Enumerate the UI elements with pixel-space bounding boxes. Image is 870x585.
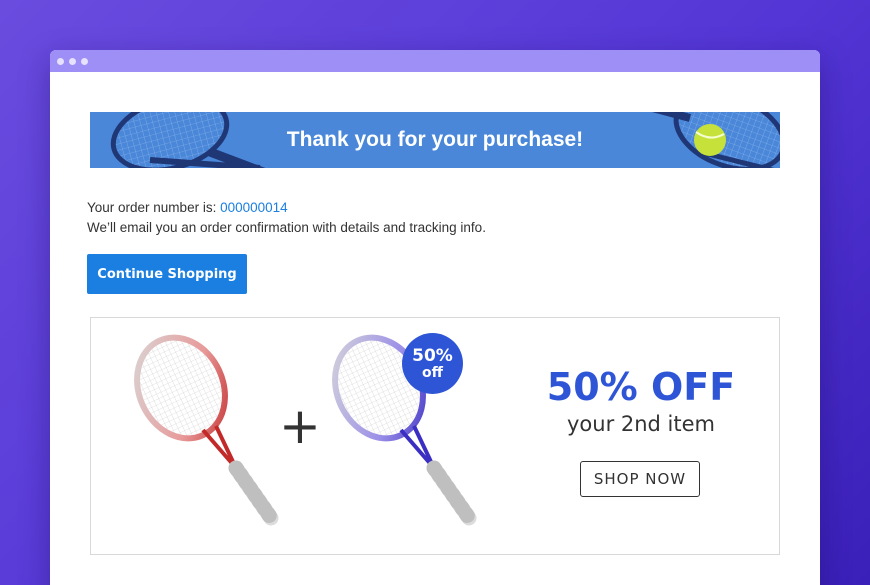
racket-red-icon [134, 334, 279, 526]
banner-title: Thank you for your purchase! [286, 128, 584, 151]
shop-now-button[interactable]: SHOP NOW [580, 461, 700, 497]
order-number-label: Your order number is: [87, 200, 221, 215]
thank-you-banner: Thank you for your purchase! [90, 112, 780, 168]
window-titlebar [50, 50, 820, 72]
email-confirmation-note: We’ll email you an order confirmation wi… [87, 220, 486, 235]
browser-window: Thank you for your purchase! Your order … [50, 50, 820, 585]
discount-badge: 50% off [402, 333, 463, 394]
window-close-dot[interactable] [57, 57, 64, 65]
window-maximize-dot[interactable] [81, 57, 88, 65]
window-minimize-dot[interactable] [69, 57, 76, 65]
order-number-line: Your order number is: 000000014 [87, 200, 288, 215]
continue-shopping-button[interactable]: Continue Shopping [87, 254, 247, 294]
promo-subline: your 2nd item [566, 412, 715, 436]
promo-headline: 50% OFF [546, 365, 736, 409]
badge-off: off [422, 364, 443, 381]
plus-icon: + [279, 397, 321, 455]
order-number-link[interactable]: 000000014 [220, 200, 288, 215]
badge-percent: 50% [412, 345, 453, 366]
promo-card[interactable]: + 50% off 50% OFF your 2nd item SHOP NOW [90, 317, 780, 555]
